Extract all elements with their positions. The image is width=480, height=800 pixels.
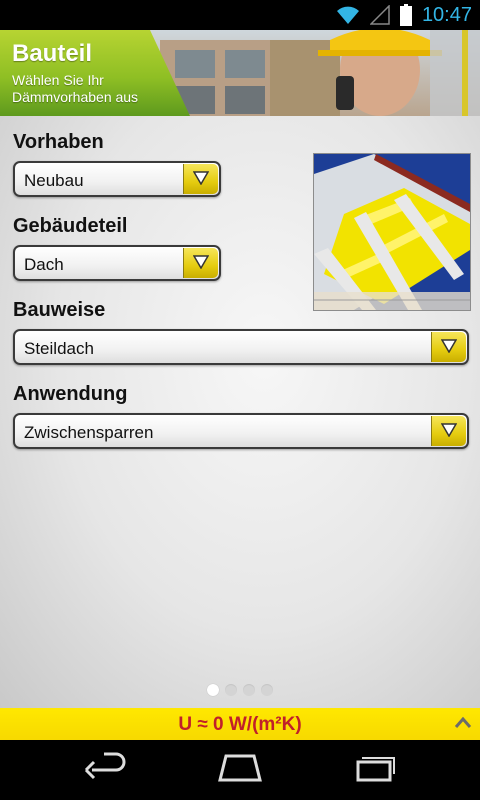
status-bar: 10:47 [0,0,480,30]
anwendung-label: Anwendung [13,383,128,405]
wifi-icon [336,5,360,25]
back-icon [84,752,126,780]
bauweise-label: Bauweise [13,299,106,321]
recent-apps-button[interactable] [344,752,404,788]
vorhaben-select[interactable]: Neubau [13,161,221,197]
u-value-text: U ≈ 0 W/(m²K) [178,714,302,735]
page-subtitle: Wählen Sie Ihr Dämmvorhaben aus [12,72,139,105]
home-button[interactable] [210,752,270,788]
anwendung-select[interactable]: Zwischensparren [13,413,469,449]
navigation-bar [0,740,480,800]
recent-apps-icon [356,757,395,782]
signal-icon [369,5,390,25]
main-content: Vorhaben Neubau Gebäudeteil Dach Bauweis… [0,116,480,708]
chevron-down-icon[interactable] [431,332,466,362]
vorhaben-value: Neubau [24,171,84,190]
gebaeudeteil-label: Gebäudeteil [13,215,128,237]
back-button[interactable] [76,752,136,788]
page-dot-4[interactable] [261,684,273,696]
battery-icon [399,4,412,26]
chevron-up-icon[interactable] [454,715,472,736]
page-dot-2[interactable] [225,684,237,696]
anwendung-value: Zwischensparren [24,423,154,442]
chevron-down-icon[interactable] [431,416,466,446]
bauweise-value: Steildach [24,339,94,358]
vorhaben-label: Vorhaben [13,131,104,153]
bauweise-select[interactable]: Steildach [13,329,469,365]
chevron-down-icon[interactable] [183,164,218,194]
gebaeudeteil-select[interactable]: Dach [13,245,221,281]
page-dot-3[interactable] [243,684,255,696]
gebaeudeteil-value: Dach [24,255,64,274]
u-value-bar[interactable]: U ≈ 0 W/(m²K) [0,708,480,740]
page-dot-1[interactable] [207,684,219,696]
roof-insulation-illustration [313,153,471,311]
clock: 10:47 [421,3,472,26]
page-title: Bauteil [12,40,93,67]
home-icon [218,754,262,782]
page-indicator [0,684,480,696]
chevron-down-icon[interactable] [183,248,218,278]
header-banner: Bauteil Wählen Sie Ihr Dämmvorhaben aus [0,30,480,116]
